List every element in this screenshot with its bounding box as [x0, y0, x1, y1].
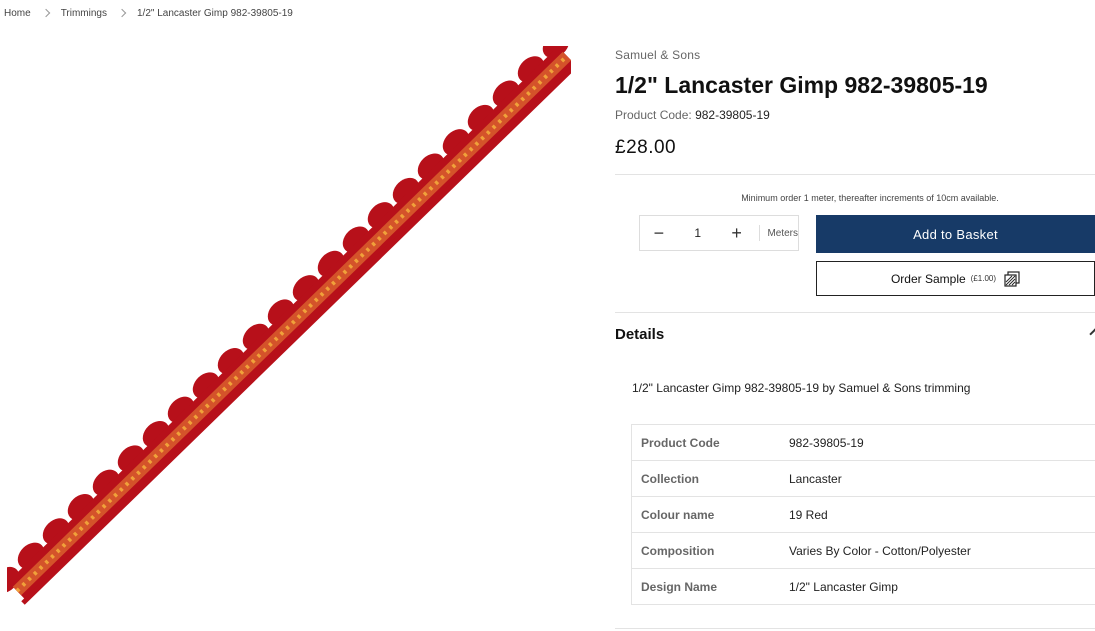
spec-label: Collection — [631, 460, 789, 497]
table-row: Composition Varies By Color - Cotton/Pol… — [631, 532, 1095, 569]
product-image[interactable] — [0, 31, 577, 609]
spec-label: Product Code — [631, 424, 789, 461]
product-brand[interactable]: Samuel & Sons — [615, 48, 700, 62]
spec-label: Colour name — [631, 496, 789, 533]
spec-value: 19 Red — [789, 496, 1095, 533]
table-row: Product Code 982-39805-19 — [631, 424, 1095, 461]
divider — [615, 174, 1095, 175]
specs-table: Product Code 982-39805-19 Collection Lan… — [631, 424, 1095, 605]
details-heading[interactable]: Details — [615, 326, 664, 343]
quantity-increase-button[interactable]: + — [718, 216, 756, 250]
quantity-decrease-button[interactable]: − — [640, 216, 678, 250]
product-code-value: 982-39805-19 — [695, 108, 770, 122]
chevron-up-icon[interactable] — [1089, 328, 1095, 340]
sample-price: (£1.00) — [970, 274, 997, 283]
chevron-right-icon — [41, 8, 50, 18]
swatch-icon — [1004, 270, 1020, 287]
divider — [615, 312, 1095, 313]
product-code-label: Product Code: — [615, 108, 692, 122]
divider — [615, 628, 1095, 629]
breadcrumb-home[interactable]: Home — [4, 8, 31, 19]
product-title: 1/2" Lancaster Gimp 982-39805-19 — [615, 72, 988, 98]
quantity-stepper: − + Meters — [639, 215, 799, 251]
breadcrumb-current: 1/2" Lancaster Gimp 982-39805-19 — [136, 7, 293, 19]
chevron-right-icon — [117, 8, 127, 18]
table-row: Design Name 1/2" Lancaster Gimp — [631, 568, 1095, 605]
spec-value: 982-39805-19 — [789, 424, 1095, 461]
product-code-line: Product Code: 982-39805-19 — [615, 108, 770, 122]
product-price: £28.00 — [615, 137, 677, 158]
gimp-trim-image — [0, 31, 577, 605]
table-row: Colour name 19 Red — [631, 496, 1095, 533]
min-order-note: Minimum order 1 meter, thereafter increm… — [741, 193, 999, 203]
breadcrumb: Home Trimmings 1/2" Lancaster Gimp 982-3… — [4, 6, 293, 20]
spec-label: Composition — [631, 532, 789, 569]
spec-value: Varies By Color - Cotton/Polyester — [789, 532, 1095, 569]
table-row: Collection Lancaster — [631, 460, 1095, 497]
quantity-unit: Meters — [759, 225, 798, 241]
spec-label: Design Name — [631, 568, 789, 605]
spec-value: 1/2" Lancaster Gimp — [789, 568, 1095, 605]
add-to-basket-button[interactable]: Add to Basket — [816, 215, 1095, 253]
spec-value: Lancaster — [789, 460, 1095, 497]
order-sample-button[interactable]: Order Sample (£1.00) — [816, 261, 1095, 296]
quantity-input[interactable] — [677, 225, 718, 241]
details-description: 1/2" Lancaster Gimp 982-39805-19 by Samu… — [632, 381, 971, 395]
breadcrumb-trimmings[interactable]: Trimmings — [61, 8, 107, 19]
order-sample-label: Order Sample — [890, 271, 966, 286]
